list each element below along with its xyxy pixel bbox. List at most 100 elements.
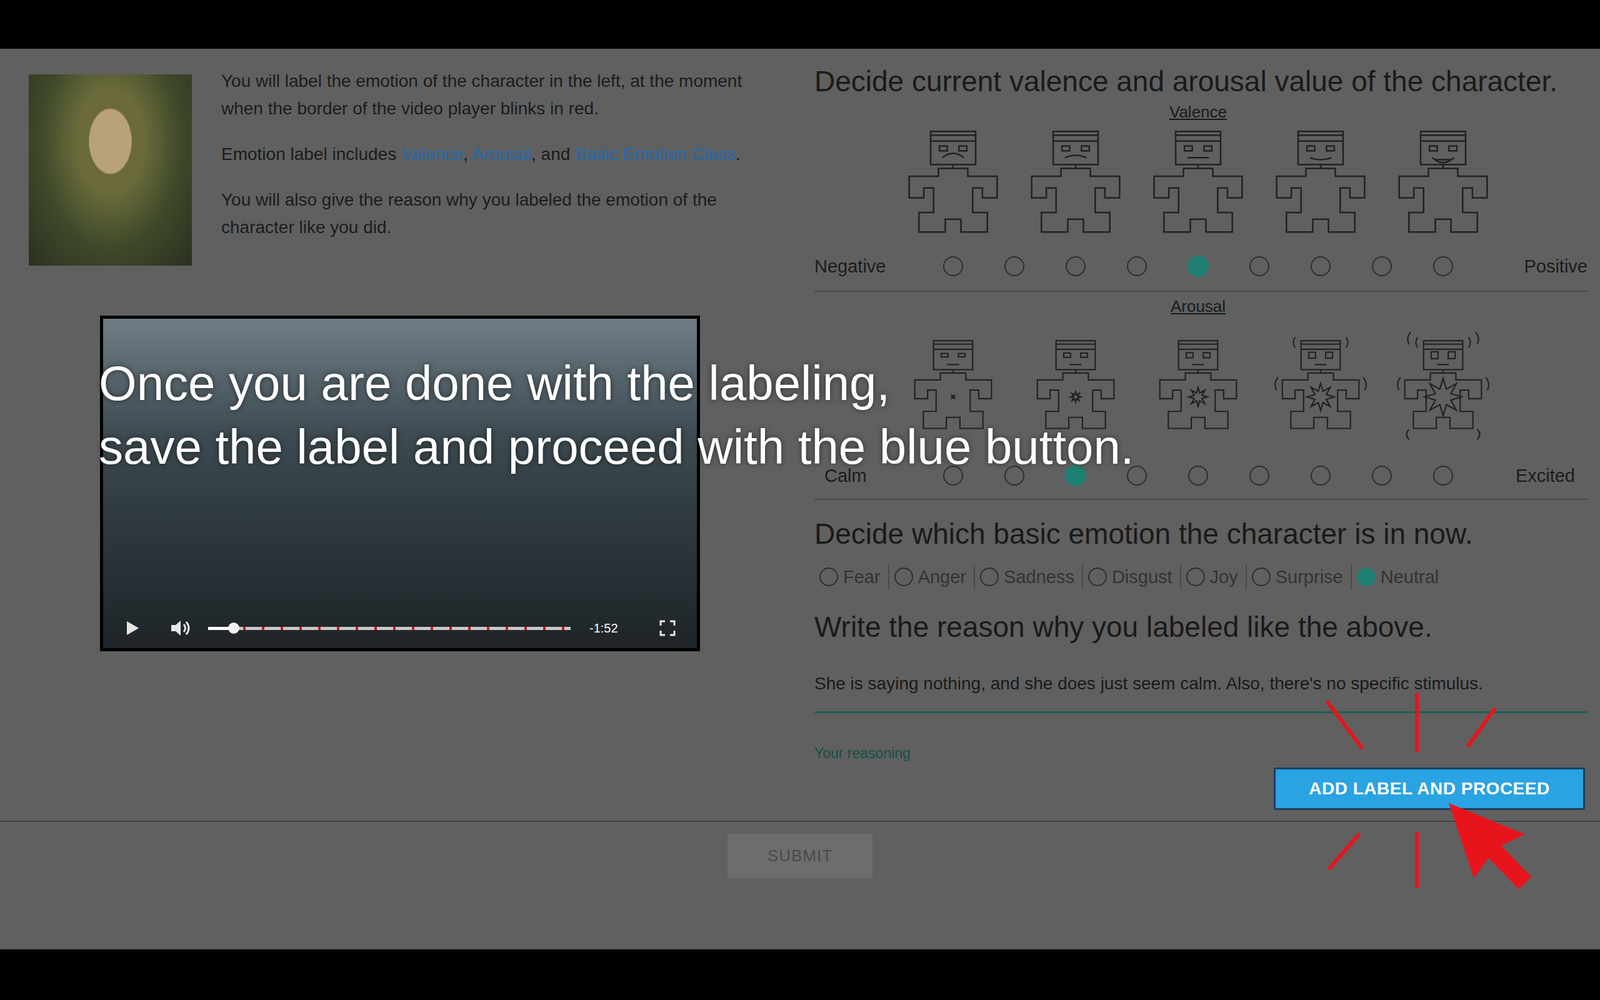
emotion-option[interactable]: Surprise: [1245, 564, 1351, 590]
arousal-figure: [1393, 323, 1493, 447]
emotion-options: Fear AngerSadness Disgust JoySurprise Neutra…: [814, 563, 1588, 591]
instruction-paragraph: You will also give the reason why you la…: [221, 186, 772, 242]
instruction-text: You will label the emotion of the charac…: [221, 71, 742, 119]
radio-button[interactable]: [1004, 465, 1025, 486]
volume-icon[interactable]: [169, 618, 192, 639]
scale-point[interactable]: [1106, 251, 1168, 282]
valence-manikin-icon: [1271, 129, 1370, 237]
cursor-arrow-icon: [1242, 689, 1593, 909]
radio-button[interactable]: [1249, 465, 1270, 486]
radio-button[interactable]: [1186, 567, 1205, 587]
emotion-option[interactable]: Disgust: [1081, 564, 1180, 590]
valence-manikin-icon: [1148, 129, 1248, 237]
divider: [0, 820, 1600, 822]
help-link[interactable]: Valence: [401, 144, 464, 164]
scale-point[interactable]: [1351, 460, 1413, 491]
valence-figure: [1148, 129, 1248, 237]
help-link[interactable]: Basic Emotion Class: [575, 144, 736, 164]
arousal-figure: [903, 323, 1003, 447]
instruction-paragraph: You will label the emotion of the charac…: [221, 67, 772, 123]
video-controls: -1:52: [103, 608, 697, 649]
scale-point[interactable]: [983, 251, 1045, 282]
radio-button[interactable]: [980, 567, 999, 587]
emotion-option[interactable]: Sadness: [973, 564, 1082, 590]
scale-point[interactable]: [1167, 460, 1229, 491]
radio-button[interactable]: [1433, 465, 1454, 486]
radio-button[interactable]: [1371, 256, 1392, 277]
radio-button[interactable]: [1126, 256, 1147, 277]
radio-button[interactable]: [1188, 465, 1209, 486]
help-link[interactable]: Arousal: [471, 144, 532, 164]
radio-button[interactable]: [894, 567, 914, 587]
radio-button[interactable]: [1088, 567, 1107, 587]
instruction-paragraph: Emotion label includes Valence, Arousal,…: [221, 140, 772, 169]
scale-point[interactable]: [1290, 251, 1352, 282]
scale-point[interactable]: [1106, 460, 1168, 491]
intro-row: You will label the emotion of the charac…: [28, 67, 815, 266]
section-heading: Decide current valence and arousal value…: [814, 64, 1588, 99]
video-player[interactable]: -1:52: [100, 315, 700, 652]
reason-input[interactable]: She is saying nothing, and she does just…: [814, 671, 1588, 714]
labeling-page: You will label the emotion of the charac…: [0, 48, 1600, 950]
emotion-option[interactable]: Joy: [1180, 564, 1246, 590]
scale-point[interactable]: [1167, 251, 1229, 282]
instruction-text: Emotion label includes: [221, 144, 402, 164]
scale-point[interactable]: [1228, 251, 1290, 282]
scale-point[interactable]: [1412, 460, 1474, 491]
valence-manikin-icon: [903, 129, 1003, 237]
scale-title-text: Arousal: [1170, 296, 1226, 316]
scale-point[interactable]: [1045, 460, 1107, 491]
play-icon[interactable]: [123, 619, 141, 637]
scale-point[interactable]: [1412, 251, 1474, 282]
radio-button[interactable]: [943, 256, 964, 277]
emotion-option[interactable]: Anger: [888, 564, 974, 590]
radio-button[interactable]: [1433, 256, 1454, 277]
proceed-row: ADD LABEL AND PROCEED: [814, 767, 1588, 810]
scale-point[interactable]: [983, 460, 1045, 491]
radio-button[interactable]: [943, 465, 964, 486]
radio-button[interactable]: [1371, 465, 1392, 486]
emotion-label: Disgust: [1111, 564, 1173, 590]
instruction-text: .: [735, 144, 741, 164]
arousal-manikin-icon: [1271, 323, 1370, 447]
radio-button[interactable]: [1251, 567, 1271, 587]
time-remaining: -1:52: [589, 618, 619, 638]
valence-figure: [1393, 129, 1493, 237]
fullscreen-icon[interactable]: [659, 620, 676, 637]
caption-line: save the label and proceed with the blue…: [98, 415, 1135, 479]
scale-title-text: Valence: [1169, 102, 1227, 122]
arousal-figure: [1026, 323, 1125, 447]
page-body: You will label the emotion of the charac…: [0, 48, 1600, 821]
emotion-label: Anger: [918, 564, 967, 590]
radio-button[interactable]: [819, 567, 839, 587]
emotion-label: Neutral: [1380, 564, 1440, 590]
radio-button[interactable]: [1310, 256, 1331, 277]
scale-point[interactable]: [922, 251, 984, 282]
radio-button[interactable]: [1310, 465, 1331, 486]
seek-bar[interactable]: [208, 626, 571, 630]
section-heading: Decide which basic emotion the character…: [814, 516, 1588, 551]
submit-area: SUBMIT: [0, 821, 1600, 879]
arousal-manikin-icon: [1393, 323, 1493, 447]
radio-button[interactable]: [1065, 465, 1087, 487]
scale-point[interactable]: [1351, 251, 1413, 282]
radio-button[interactable]: [1004, 256, 1025, 277]
reason-helper-text: Your reasoning: [814, 743, 1588, 763]
emotion-label: Joy: [1210, 564, 1239, 590]
scale-point[interactable]: [922, 460, 984, 491]
scale-point[interactable]: [1045, 251, 1107, 282]
emotion-option[interactable]: Fear: [814, 564, 889, 590]
caption-line: Once you are done with the labeling,: [98, 351, 1135, 415]
emotion-option[interactable]: Neutral: [1350, 564, 1447, 590]
add-label-button[interactable]: ADD LABEL AND PROCEED: [1273, 767, 1585, 810]
radio-button[interactable]: [1187, 255, 1209, 277]
scale-point[interactable]: [1290, 460, 1352, 491]
scale-point[interactable]: [1228, 460, 1290, 491]
seek-handle[interactable]: [228, 622, 240, 634]
left-panel: You will label the emotion of the charac…: [0, 48, 815, 821]
radio-button[interactable]: [1126, 465, 1147, 486]
valence-scale: ValenceNegativePositive: [814, 101, 1588, 292]
radio-button[interactable]: [1065, 256, 1086, 277]
radio-button[interactable]: [1249, 256, 1270, 277]
radio-button[interactable]: [1356, 567, 1376, 587]
